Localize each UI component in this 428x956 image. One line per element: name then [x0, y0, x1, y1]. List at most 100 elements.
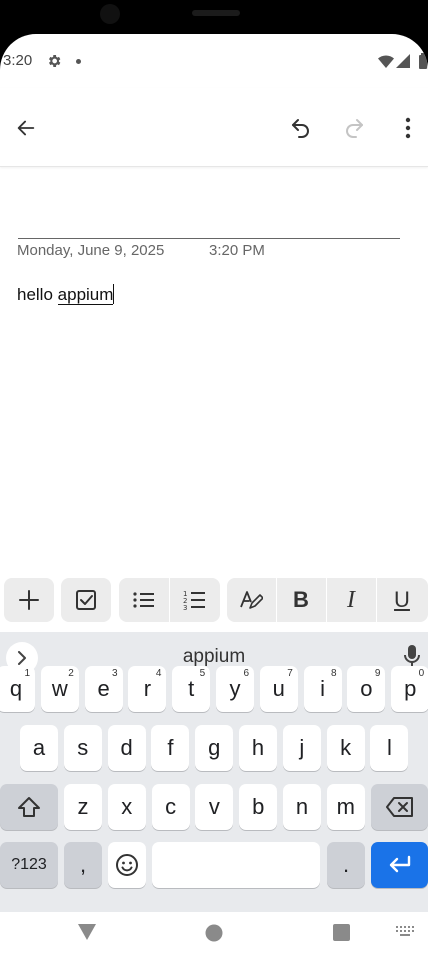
key-label: n — [295, 794, 309, 819]
key-r[interactable]: r4 — [128, 666, 167, 712]
key-q[interactable]: q1 — [0, 666, 35, 712]
nav-home-icon[interactable] — [205, 924, 223, 942]
key-label: o — [360, 676, 373, 701]
key-g[interactable]: g — [195, 725, 234, 771]
key-hint: 3 — [112, 668, 118, 679]
text-cursor — [113, 284, 115, 304]
key-n[interactable]: n — [283, 784, 321, 830]
key-y[interactable]: y6 — [216, 666, 254, 712]
italic-button[interactable]: I — [327, 578, 375, 622]
nav-recents-icon[interactable] — [333, 924, 350, 941]
add-button[interactable] — [4, 578, 54, 622]
key-u[interactable]: u7 — [259, 666, 298, 712]
key-label: v — [208, 794, 220, 819]
back-button[interactable] — [6, 108, 46, 148]
key-label: j — [299, 735, 305, 760]
bulleted-list-icon — [133, 592, 154, 608]
checkbox-button[interactable] — [61, 578, 111, 622]
bold-button[interactable]: B — [277, 578, 325, 622]
key-e[interactable]: e3 — [84, 666, 123, 712]
microphone-icon[interactable] — [402, 644, 422, 668]
note-text-composing: appium — [57, 285, 114, 305]
key-s[interactable]: s — [63, 725, 102, 771]
note-body-editor[interactable]: hello appium — [17, 284, 115, 305]
key-x[interactable]: x — [107, 784, 146, 830]
key-j[interactable]: j — [282, 725, 321, 771]
symbols-key[interactable]: ?123 — [0, 842, 58, 888]
key-f[interactable]: f — [151, 725, 190, 771]
phone-screen: 3:20 Monday, June 9, 2025 3:20 PM hello … — [0, 34, 428, 956]
key-label: h — [251, 735, 265, 760]
key-hint: 1 — [24, 668, 30, 679]
more-vert-icon — [405, 117, 411, 139]
key-o[interactable]: o9 — [347, 666, 386, 712]
key-v[interactable]: v — [195, 784, 234, 830]
checkbox-icon — [76, 590, 96, 610]
backspace-key[interactable] — [371, 784, 428, 830]
space-key[interactable] — [152, 842, 320, 888]
bulleted-list-button[interactable] — [119, 578, 169, 622]
key-label: i — [320, 676, 326, 701]
key-label: t — [188, 676, 195, 701]
title-underline — [18, 238, 400, 239]
key-label: x — [121, 794, 133, 819]
key-b[interactable]: b — [239, 784, 278, 830]
format-toolbar: 123 B I U — [0, 578, 428, 624]
key-c[interactable]: c — [151, 784, 190, 830]
key-label: d — [120, 735, 133, 760]
key-w[interactable]: w2 — [40, 666, 79, 712]
key-p[interactable]: p0 — [391, 666, 428, 712]
text-style-button[interactable] — [227, 578, 275, 622]
key-hint: 2 — [68, 668, 74, 679]
numbered-list-icon: 123 — [183, 590, 205, 611]
key-i[interactable]: i8 — [303, 666, 342, 712]
key-t[interactable]: t5 — [172, 666, 211, 712]
battery-icon — [419, 53, 427, 69]
key-label: w — [51, 676, 68, 701]
key-label: y — [229, 676, 241, 701]
system-nav-bar — [0, 912, 428, 956]
numbered-list-button[interactable]: 123 — [170, 578, 220, 622]
bold-icon: B — [293, 587, 309, 612]
key-a[interactable]: a — [20, 725, 58, 771]
redo-button[interactable] — [334, 108, 374, 148]
cell-signal-icon — [396, 54, 410, 68]
comma-key[interactable]: , — [64, 842, 102, 888]
key-label: b — [252, 794, 265, 819]
key-label: g — [208, 735, 221, 760]
text-format-group: B I U — [227, 578, 428, 622]
settings-gear-icon — [49, 55, 61, 67]
add-icon — [19, 590, 39, 610]
suggestion-word[interactable]: appium — [0, 646, 428, 668]
key-h[interactable]: h — [239, 725, 277, 771]
key-label: z — [77, 794, 89, 819]
redo-icon — [346, 119, 363, 138]
underline-button[interactable]: U — [377, 578, 427, 622]
period-key[interactable]: . — [327, 842, 365, 888]
keyboard-switch-icon[interactable] — [396, 926, 416, 938]
emoji-icon — [116, 854, 138, 876]
key-l[interactable]: l — [370, 725, 409, 771]
more-options-button[interactable] — [388, 108, 428, 148]
undo-button[interactable] — [281, 108, 321, 148]
key-d[interactable]: d — [107, 725, 146, 771]
nav-back-icon[interactable] — [78, 924, 96, 940]
key-label: r — [143, 676, 152, 701]
key-hint: 9 — [374, 668, 381, 679]
undo-icon — [292, 119, 309, 138]
key-z[interactable]: z — [64, 784, 102, 830]
key-hint: 8 — [331, 668, 337, 679]
text-style-icon — [240, 591, 263, 609]
key-m[interactable]: m — [326, 784, 365, 830]
earpiece — [192, 10, 240, 16]
key-label: e — [97, 676, 110, 701]
wifi-icon — [378, 55, 394, 68]
backspace-icon — [385, 797, 413, 817]
shift-key[interactable] — [0, 784, 58, 830]
status-time: 3:20 — [3, 52, 33, 69]
note-time: 3:20 PM — [209, 242, 265, 259]
key-label: l — [386, 735, 392, 760]
enter-key[interactable] — [371, 842, 428, 888]
key-k[interactable]: k — [326, 725, 365, 771]
emoji-key[interactable] — [108, 842, 146, 888]
